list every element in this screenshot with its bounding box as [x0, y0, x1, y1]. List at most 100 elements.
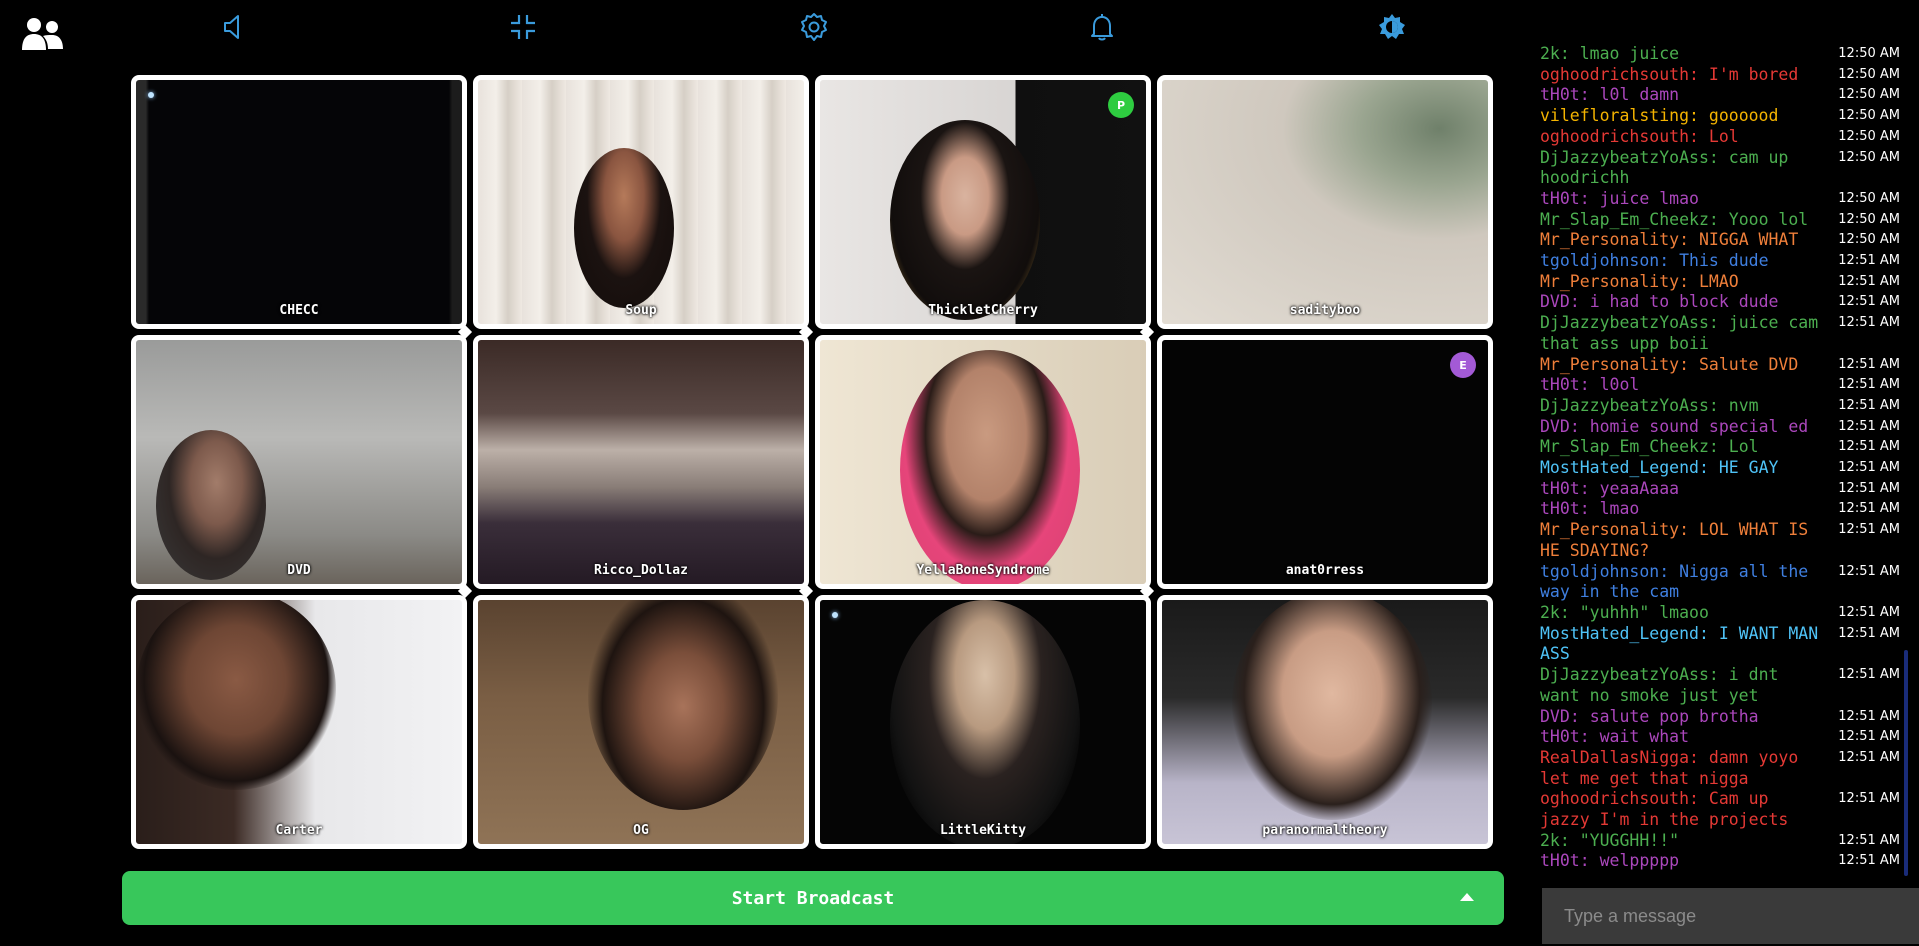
- chat-separator: :: [1689, 747, 1709, 767]
- chat-timestamp: 12:51 AM: [1838, 253, 1900, 269]
- video-tile[interactable]: DVD: [131, 335, 467, 589]
- chat-username[interactable]: tgoldjohnson: [1540, 562, 1659, 581]
- volume-icon[interactable]: [219, 12, 249, 42]
- chat-separator: :: [1708, 665, 1729, 685]
- chat-username[interactable]: vilefloralsting: [1540, 106, 1689, 125]
- chat-username[interactable]: MostHated_Legend: [1540, 624, 1699, 643]
- chat-username[interactable]: DjJazzybeatzYoAss: [1540, 665, 1709, 684]
- chat-message: DVD: i had to block dude 12:51 AM: [1540, 292, 1906, 313]
- chat-username[interactable]: DjJazzybeatzYoAss: [1540, 396, 1709, 415]
- chat-username[interactable]: tgoldjohnson: [1540, 251, 1659, 270]
- chat-separator: :: [1708, 147, 1729, 167]
- chat-message: DjJazzybeatzYoAss: i dnt want no smoke j…: [1540, 665, 1906, 706]
- chat-message: DjJazzybeatzYoAss: juice cam that ass up…: [1540, 313, 1906, 354]
- chat-username[interactable]: RealDallasNigga: [1540, 748, 1689, 767]
- person-silhouette: [1232, 600, 1432, 820]
- chat-username[interactable]: tH0t: [1540, 851, 1580, 870]
- settings-icon[interactable]: [799, 12, 829, 42]
- chat-username[interactable]: MostHated_Legend: [1540, 458, 1699, 477]
- chat-message: oghoodrichsouth: I'm bored 12:50 AM: [1540, 65, 1906, 86]
- chat-message: oghoodrichsouth: Cam up jazzy I'm in the…: [1540, 789, 1906, 830]
- chat-username[interactable]: oghoodrichsouth: [1540, 789, 1689, 808]
- chat-text: Lol: [1728, 437, 1759, 457]
- video-tile[interactable]: LittleKitty: [815, 595, 1151, 849]
- person-silhouette: [574, 148, 674, 308]
- chat-username[interactable]: tH0t: [1540, 499, 1580, 518]
- chat-message: Mr_Personality: NIGGA WHAT 12:50 AM: [1540, 230, 1906, 251]
- brightness-icon[interactable]: [1377, 12, 1407, 42]
- chat-username[interactable]: DjJazzybeatzYoAss: [1540, 313, 1709, 332]
- bell-icon[interactable]: [1087, 12, 1117, 42]
- chat-username[interactable]: tH0t: [1540, 479, 1580, 498]
- chat-message: tH0t: juice lmao 12:50 AM: [1540, 189, 1906, 210]
- chat-username[interactable]: Mr_Personality: [1540, 230, 1679, 249]
- chat-text: homie sound special ed: [1589, 416, 1809, 436]
- user-avatar-badge: P: [1108, 92, 1134, 118]
- video-tile[interactable]: P ThickletCherry: [815, 75, 1151, 329]
- chat-username[interactable]: tH0t: [1540, 85, 1580, 104]
- chevron-up-icon[interactable]: [1460, 893, 1474, 901]
- chat-username[interactable]: Mr_Slap_Em_Cheekz: [1540, 437, 1709, 456]
- chat-message: oghoodrichsouth: Lol 12:50 AM: [1540, 127, 1906, 148]
- chat-username[interactable]: Mr_Personality: [1540, 520, 1679, 539]
- chat-username[interactable]: 2k: [1540, 831, 1560, 850]
- chat-username[interactable]: oghoodrichsouth: [1540, 65, 1689, 84]
- video-tile[interactable]: paranormaltheory: [1157, 595, 1493, 849]
- chat-text: goooood: [1708, 106, 1779, 126]
- chat-username[interactable]: Mr_Personality: [1540, 272, 1679, 291]
- video-tile[interactable]: Ricco_Dollaz: [473, 335, 809, 589]
- chat-username[interactable]: DVD: [1540, 417, 1570, 436]
- chat-text: yeaaAaaa: [1599, 478, 1680, 498]
- video-tile[interactable]: CHECC: [131, 75, 467, 329]
- chat-separator: :: [1559, 44, 1580, 63]
- users-icon[interactable]: [22, 16, 66, 52]
- video-grid: CHECC Soup P ThickletCherry sadityboo DV…: [131, 75, 1493, 849]
- chat-username[interactable]: Mr_Slap_Em_Cheekz: [1540, 210, 1709, 229]
- chat-username[interactable]: 2k: [1540, 603, 1560, 622]
- tile-username: DVD: [287, 563, 311, 578]
- chat-timestamp: 12:50 AM: [1838, 128, 1900, 144]
- chat-username[interactable]: tH0t: [1540, 727, 1580, 746]
- chat-separator: :: [1689, 126, 1709, 146]
- chat-username[interactable]: DVD: [1540, 292, 1570, 311]
- video-tile[interactable]: sadityboo: [1157, 75, 1493, 329]
- chat-username[interactable]: DVD: [1540, 707, 1570, 726]
- start-broadcast-button[interactable]: Start Broadcast: [122, 871, 1504, 925]
- chat-separator: :: [1708, 313, 1729, 333]
- chat-log[interactable]: 2k: lmao juice 12:50 AM oghoodrichsouth: I…: [1540, 44, 1906, 880]
- person-silhouette: [890, 120, 1040, 320]
- live-indicator-icon: [832, 612, 838, 618]
- video-tile[interactable]: OG: [473, 595, 809, 849]
- chat-timestamp: 12:51 AM: [1838, 708, 1900, 724]
- chat-separator: :: [1689, 789, 1709, 809]
- chat-timestamp: 12:51 AM: [1838, 749, 1900, 765]
- video-tile[interactable]: YellaBoneSyndrome: [815, 335, 1151, 589]
- chat-username[interactable]: Mr_Personality: [1540, 355, 1679, 374]
- chat-text: juice lmao: [1599, 188, 1699, 208]
- video-tile[interactable]: Soup: [473, 75, 809, 329]
- person-silhouette: [900, 350, 1080, 584]
- person-silhouette: [588, 600, 778, 810]
- chat-timestamp: 12:50 AM: [1838, 46, 1900, 61]
- chat-message-input[interactable]: [1542, 888, 1919, 944]
- chat-separator: :: [1698, 623, 1719, 643]
- chat-separator: :: [1679, 230, 1699, 250]
- chat-message: MostHated_Legend: I WANT MAN ASS 12:51 AM: [1540, 624, 1906, 665]
- chat-separator: :: [1659, 251, 1680, 271]
- video-tile[interactable]: Carter: [131, 595, 467, 849]
- chat-username[interactable]: tH0t: [1540, 189, 1580, 208]
- minimize-icon[interactable]: [508, 12, 538, 42]
- chat-scrollbar[interactable]: [1904, 650, 1908, 876]
- chat-username[interactable]: tH0t: [1540, 375, 1580, 394]
- chat-timestamp: 12:51 AM: [1838, 791, 1900, 807]
- chat-separator: :: [1689, 64, 1709, 84]
- tile-username: Ricco_Dollaz: [594, 563, 688, 578]
- chat-username[interactable]: oghoodrichsouth: [1540, 127, 1689, 146]
- chat-username[interactable]: DjJazzybeatzYoAss: [1540, 148, 1709, 167]
- chat-text: "yuhhh" lmaoo: [1579, 602, 1709, 622]
- video-tile[interactable]: E anat0rress: [1157, 335, 1493, 589]
- chat-message: tgoldjohnson: Nigga all the way in the c…: [1540, 562, 1906, 603]
- chat-separator: :: [1579, 499, 1600, 519]
- chat-username[interactable]: 2k: [1540, 44, 1560, 63]
- chat-timestamp: 12:51 AM: [1838, 315, 1900, 331]
